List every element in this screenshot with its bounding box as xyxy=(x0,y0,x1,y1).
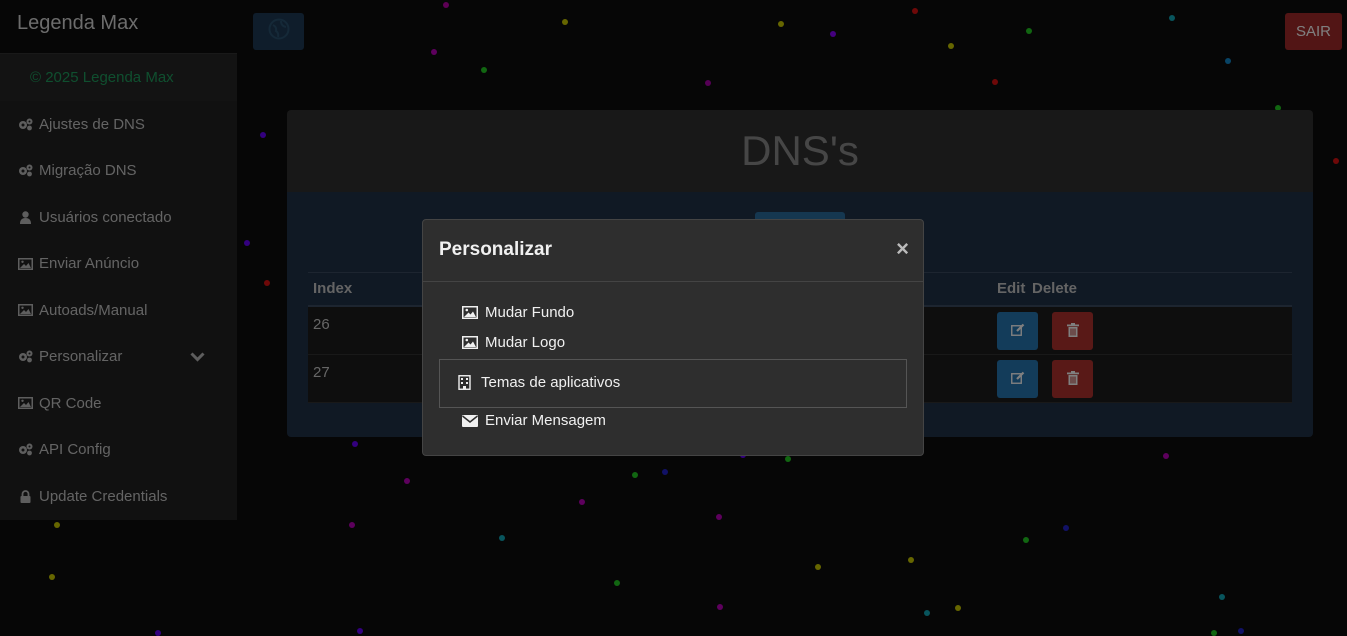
option-label: Enviar Mensagem xyxy=(485,412,606,429)
option-label: Mudar Logo xyxy=(485,334,566,351)
personalizar-modal: Personalizar × Mudar Fundo Mudar Logo Te… xyxy=(422,219,924,456)
image-icon xyxy=(462,336,480,349)
option-mudar-fundo[interactable]: Mudar Fundo xyxy=(462,304,574,321)
option-label: Mudar Fundo xyxy=(485,304,575,321)
close-icon[interactable]: × xyxy=(896,236,909,262)
option-temas-aplicativos[interactable]: Temas de aplicativos xyxy=(458,374,620,391)
option-enviar-mensagem[interactable]: Enviar Mensagem xyxy=(462,412,606,429)
envelope-icon xyxy=(462,414,480,427)
modal-header: Personalizar × xyxy=(423,220,923,282)
modal-title: Personalizar xyxy=(439,239,552,260)
building-icon xyxy=(458,375,476,390)
option-label: Temas de aplicativos xyxy=(481,374,621,391)
image-icon xyxy=(462,306,480,319)
option-mudar-logo[interactable]: Mudar Logo xyxy=(462,334,565,351)
